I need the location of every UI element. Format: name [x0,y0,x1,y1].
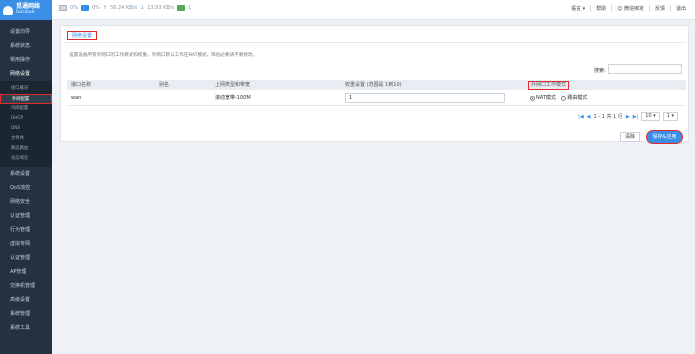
download-rate: 13.93 KB/s [147,5,175,11]
wechat-bind-link[interactable]: ☺ 微信绑定 [611,5,649,12]
sidebar-item-network-settings[interactable]: 网络设置 [0,67,52,81]
table-header: 接口名称 别名 上网类型和带宽 权重设置 (范围是 1到10) 外网口工作模式 [67,80,686,90]
sidebar-item-network-security[interactable]: 网络安全 [0,195,52,209]
iface2-usage: 0% [91,5,100,11]
header-menu: 语言 ▾ 帮助 ☺ 微信绑定 反馈 退出 [566,5,691,12]
cell-interface-name: wan [71,95,82,101]
wan-table: 接口名称 别名 上网类型和带宽 权重设置 (范围是 1到10) 外网口工作模式 … [67,80,686,106]
radio-unchecked-icon [561,95,567,101]
iface1-usage: 0% [70,5,78,11]
first-page-icon[interactable]: |◀ [578,114,584,120]
top-bar: 觅通网络 Gocloud 0% 0% ↑ 56.24 KB/s ↓ 13.93 … [0,0,695,20]
feedback-link[interactable]: 反馈 [648,5,670,12]
upload-rate: 56.24 KB/s [110,5,137,11]
col-type-bandwidth: 上网类型和带宽 [215,82,251,88]
last-page-icon[interactable]: ▶| [633,114,639,120]
col-alias: 别名 [159,82,170,88]
monitor-count: 1 [188,5,192,11]
upload-icon: ↑ [102,5,108,11]
radio-checked-icon [530,95,535,101]
brand-name-en: Gocloud [16,10,35,15]
col-wan-mode: 外网口工作模式 [528,81,570,90]
cell-type-bandwidth: 滚动宽带-100M [215,95,251,101]
nat-mode-radio[interactable]: NAT模式 [530,90,556,106]
search-input[interactable] [608,64,682,74]
sidebar-sub-lan-config[interactable]: 内网配置 [0,104,52,114]
page-size-select[interactable]: 10 ▾ [641,112,660,121]
sidebar-item-system-settings[interactable]: 系统设置 [0,167,52,181]
tab-divider [64,42,686,43]
sidebar-item-common-ops[interactable]: 常用操作 [0,53,52,67]
chevron-down-icon: ▾ [671,113,674,119]
clear-button[interactable]: 清除 [620,132,640,142]
table-row: wan 滚动宽带-100M 1 NAT模式 路由模式 [67,90,686,106]
sidebar-sub-interface-overview[interactable]: 接口概况 [0,84,52,94]
page-description: 设置设备所有外网口的工作模式和权重。外网口默认工作在NAT模式，降低必要请不要修… [69,53,258,58]
page-select[interactable]: 1 ▾ [662,112,678,121]
tab-network-settings[interactable]: 网络设置 [67,31,98,40]
weight-input[interactable]: 1 [345,93,505,103]
sidebar-sub-ddns[interactable]: 动态域名 [0,154,52,164]
status-strip: 0% 0% ↑ 56.24 KB/s ↓ 13.93 KB/s 1 [59,5,191,11]
download-icon: ↓ [139,5,145,11]
sidebar-item-switch-management[interactable]: 交换机管理 [0,279,52,293]
sidebar-item-system-tools[interactable]: 系统工具 [0,321,52,335]
wechat-icon: ☺ [617,6,623,12]
sidebar-sub-file-share[interactable]: 文件共 [0,134,52,144]
cloud-icon [3,5,13,15]
logout-link[interactable]: 退出 [669,5,691,12]
col-interface-name: 接口名称 [71,82,92,88]
search-label: 搜索: [594,68,606,74]
sidebar-item-auth-management[interactable]: 认证管理 [0,209,52,223]
wan-settings-panel: 网络设置 设置设备所有外网口的工作模式和权重。外网口默认工作在NAT模式，降低必… [60,25,689,142]
language-menu[interactable]: 语言 ▾ [566,5,590,12]
logo: 觅通网络 Gocloud [0,0,52,20]
route-mode-radio[interactable]: 路由模式 [561,90,587,106]
page-info: 1 - 1 共 1 行 [593,114,623,120]
sidebar-item-system-management[interactable]: 系统管理 [0,307,52,321]
pagination: |◀ ◀ 1 - 1 共 1 行 ▶ ▶| 10 ▾ 1 ▾ [578,112,678,121]
sidebar-item-qos[interactable]: QoS流控 [0,181,52,195]
next-page-icon[interactable]: ▶ [626,114,630,120]
interface-icon [80,5,89,11]
sidebar-sub-wan-config[interactable]: 外网配置 [0,94,52,104]
prev-page-icon[interactable]: ◀ [587,114,591,120]
sidebar-sub-dhcp[interactable]: DHCP [0,114,52,124]
sidebar-item-system-status[interactable]: 系统状态 [0,39,52,53]
help-link[interactable]: 帮助 [590,5,611,12]
sidebar: 设置向导 系统状态 常用操作 网络设置 接口概况 外网配置 内网配置 DHCP … [0,20,52,354]
sidebar-item-auth-management-2[interactable]: 认证管理 [0,251,52,265]
monitor-icon [177,5,186,11]
interface-icon [59,5,67,11]
main-content: 网络设置 设置设备所有外网口的工作模式和权重。外网口默认工作在NAT模式，降低必… [52,20,695,354]
sidebar-sub-static-route[interactable]: 静态路由 [0,144,52,154]
save-apply-button[interactable]: 保存&应用 [646,130,683,144]
chevron-down-icon: ▾ [653,113,656,119]
wan-mode-options: NAT模式 路由模式 [530,90,591,108]
sidebar-item-advanced-settings[interactable]: 高级设置 [0,293,52,307]
col-weight: 权重设置 (范围是 1到10) [345,82,402,88]
sidebar-item-ap-management[interactable]: AP管理 [0,265,52,279]
sidebar-item-behavior-management[interactable]: 行为管理 [0,223,52,237]
sidebar-sub-dns[interactable]: DNS [0,124,52,134]
sidebar-item-vpn[interactable]: 虚拟专网 [0,237,52,251]
sidebar-item-setup-wizard[interactable]: 设置向导 [0,25,52,39]
